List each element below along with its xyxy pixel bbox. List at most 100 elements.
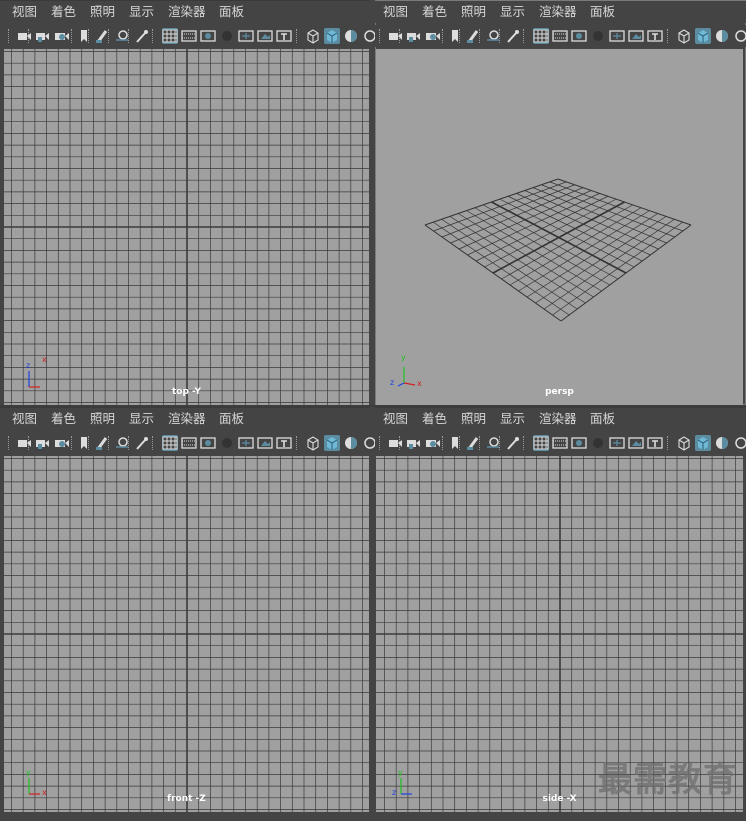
menu-shading[interactable]: 着色	[422, 4, 447, 20]
use-default-material-icon[interactable]	[714, 28, 730, 44]
menu-lighting[interactable]: 照明	[90, 411, 115, 427]
bookmark-icon[interactable]	[425, 435, 441, 451]
film-gate-icon[interactable]	[181, 435, 197, 451]
pivot-icon[interactable]	[114, 28, 130, 44]
viewport-panel-front[interactable]: 视图 着色 照明 显示 渲染器 面板 y x front -Z	[0, 407, 376, 812]
menu-renderer[interactable]: 渲染器	[539, 4, 577, 20]
bookmark-icon[interactable]	[425, 28, 441, 44]
menu-panels[interactable]: 面板	[590, 411, 615, 427]
smooth-shade-icon[interactable]	[695, 28, 711, 44]
resolution-gate-icon[interactable]	[200, 28, 216, 44]
viewport-canvas[interactable]: z x top -Y	[4, 49, 369, 405]
wireframe-icon[interactable]	[305, 28, 321, 44]
safe-action-icon[interactable]	[628, 435, 644, 451]
menu-lighting[interactable]: 照明	[461, 4, 486, 20]
wireframe-icon[interactable]	[305, 435, 321, 451]
safe-title-icon[interactable]	[276, 435, 292, 451]
viewport-canvas[interactable]: y x front -Z	[4, 456, 369, 812]
more-icon[interactable]	[733, 28, 746, 44]
grid-icon[interactable]	[162, 28, 178, 44]
viewport-panel-top[interactable]: 视图 着色 照明 显示 渲染器 面板 z x top -Y	[0, 0, 376, 405]
menu-show[interactable]: 显示	[500, 411, 525, 427]
viewport-canvas[interactable]: y z x persp	[376, 49, 743, 405]
menu-show[interactable]: 显示	[500, 4, 525, 20]
viewport-panel-persp[interactable]: 视图 着色 照明 显示 渲染器 面板 y z x persp	[375, 0, 746, 405]
smooth-shade-icon[interactable]	[695, 435, 711, 451]
menu-panels[interactable]: 面板	[590, 4, 615, 20]
camera-tool-icon[interactable]	[505, 435, 521, 451]
menu-view[interactable]: 视图	[12, 4, 37, 20]
smooth-shade-icon[interactable]	[324, 28, 340, 44]
use-default-material-icon[interactable]	[714, 435, 730, 451]
menu-shading[interactable]: 着色	[422, 411, 447, 427]
wireframe-icon[interactable]	[676, 28, 692, 44]
use-default-material-icon[interactable]	[343, 28, 359, 44]
camera-tool-icon[interactable]	[134, 28, 150, 44]
menu-panels[interactable]: 面板	[219, 4, 244, 20]
menu-shading[interactable]: 着色	[51, 411, 76, 427]
grease-pencil-icon[interactable]	[465, 28, 481, 44]
menu-show[interactable]: 显示	[129, 4, 154, 20]
menu-view[interactable]: 视图	[383, 4, 408, 20]
image-plane-icon[interactable]	[447, 435, 463, 451]
pivot-icon[interactable]	[114, 435, 130, 451]
gate-mask-icon[interactable]	[590, 435, 606, 451]
film-gate-icon[interactable]	[552, 435, 568, 451]
image-plane-icon[interactable]	[76, 28, 92, 44]
resolution-gate-icon[interactable]	[571, 28, 587, 44]
gate-mask-icon[interactable]	[219, 435, 235, 451]
camera-attributes-icon[interactable]	[405, 28, 421, 44]
camera-attributes-icon[interactable]	[34, 435, 50, 451]
safe-title-icon[interactable]	[647, 435, 663, 451]
field-chart-icon[interactable]	[609, 28, 625, 44]
more-icon[interactable]	[733, 435, 746, 451]
grid-icon[interactable]	[162, 435, 178, 451]
menu-renderer[interactable]: 渲染器	[168, 4, 206, 20]
select-camera-icon[interactable]	[16, 435, 32, 451]
camera-attributes-icon[interactable]	[405, 435, 421, 451]
pivot-icon[interactable]	[485, 28, 501, 44]
safe-title-icon[interactable]	[647, 28, 663, 44]
grease-pencil-icon[interactable]	[465, 435, 481, 451]
grid-icon[interactable]	[533, 435, 549, 451]
menu-shading[interactable]: 着色	[51, 4, 76, 20]
menu-panels[interactable]: 面板	[219, 411, 244, 427]
field-chart-icon[interactable]	[238, 28, 254, 44]
menu-view[interactable]: 视图	[383, 411, 408, 427]
menu-lighting[interactable]: 照明	[461, 411, 486, 427]
wireframe-icon[interactable]	[676, 435, 692, 451]
safe-action-icon[interactable]	[257, 435, 273, 451]
select-camera-icon[interactable]	[387, 435, 403, 451]
field-chart-icon[interactable]	[609, 435, 625, 451]
safe-action-icon[interactable]	[257, 28, 273, 44]
menu-renderer[interactable]: 渲染器	[539, 411, 577, 427]
safe-action-icon[interactable]	[628, 28, 644, 44]
image-plane-icon[interactable]	[447, 28, 463, 44]
camera-attributes-icon[interactable]	[34, 28, 50, 44]
grid-icon[interactable]	[533, 28, 549, 44]
menu-show[interactable]: 显示	[129, 411, 154, 427]
menu-view[interactable]: 视图	[12, 411, 37, 427]
film-gate-icon[interactable]	[552, 28, 568, 44]
bookmark-icon[interactable]	[54, 435, 70, 451]
resolution-gate-icon[interactable]	[200, 435, 216, 451]
camera-tool-icon[interactable]	[134, 435, 150, 451]
smooth-shade-icon[interactable]	[324, 435, 340, 451]
grease-pencil-icon[interactable]	[94, 28, 110, 44]
menu-renderer[interactable]: 渲染器	[168, 411, 206, 427]
select-camera-icon[interactable]	[387, 28, 403, 44]
resolution-gate-icon[interactable]	[571, 435, 587, 451]
pivot-icon[interactable]	[485, 435, 501, 451]
grease-pencil-icon[interactable]	[94, 435, 110, 451]
gate-mask-icon[interactable]	[590, 28, 606, 44]
gate-mask-icon[interactable]	[219, 28, 235, 44]
menu-lighting[interactable]: 照明	[90, 4, 115, 20]
bookmark-icon[interactable]	[54, 28, 70, 44]
safe-title-icon[interactable]	[276, 28, 292, 44]
use-default-material-icon[interactable]	[343, 435, 359, 451]
select-camera-icon[interactable]	[16, 28, 32, 44]
image-plane-icon[interactable]	[76, 435, 92, 451]
film-gate-icon[interactable]	[181, 28, 197, 44]
camera-tool-icon[interactable]	[505, 28, 521, 44]
field-chart-icon[interactable]	[238, 435, 254, 451]
